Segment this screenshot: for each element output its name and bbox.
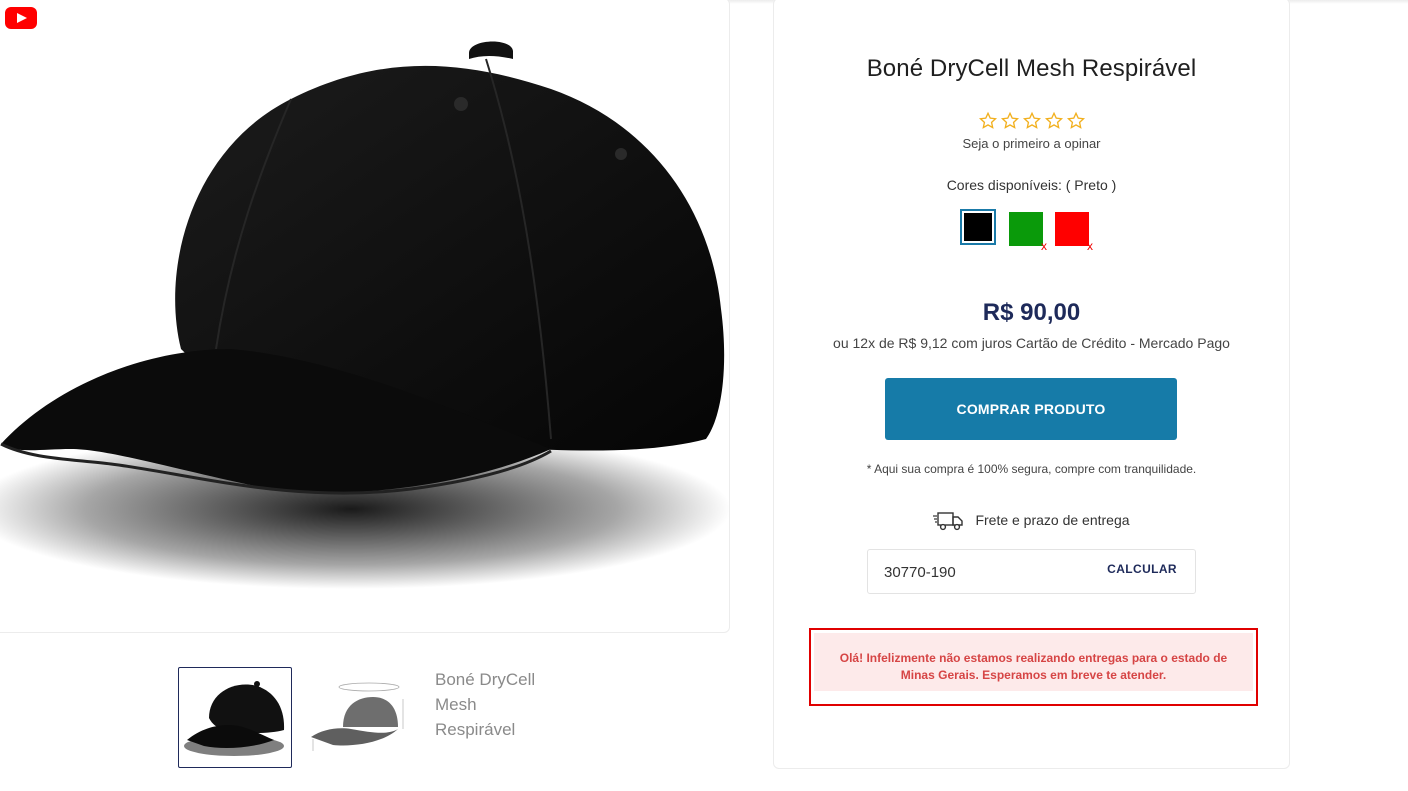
cep-input[interactable] (882, 560, 1076, 584)
truck-icon (933, 512, 964, 531)
installments-info: ou 12x de R$ 9,12 com juros Cartão de Cr… (833, 335, 1230, 351)
product-info-panel: Boné DryCell Mesh Respirável Seja o prim… (773, 0, 1290, 769)
secure-purchase-note: * Aqui sua compra é 100% segura, compre … (866, 462, 1197, 476)
color-swatches: x x (774, 209, 1289, 252)
color-swatch-red[interactable]: x (1055, 212, 1093, 252)
thumbnail-2[interactable] (303, 667, 415, 766)
unavailable-mark: x (1087, 239, 1093, 253)
cep-form: CALCULAR (867, 549, 1196, 594)
color-swatch-black[interactable] (960, 209, 996, 245)
shipping-label: Frete e prazo de entrega (975, 512, 1130, 528)
unavailable-mark: x (1041, 239, 1047, 253)
calculate-shipping-button[interactable]: CALCULAR (1107, 562, 1177, 576)
product-main-image[interactable] (0, 0, 730, 633)
star-icon[interactable] (978, 111, 998, 131)
color-swatch-green[interactable]: x (1009, 212, 1047, 252)
star-icon[interactable] (1022, 111, 1042, 131)
review-prompt[interactable]: Seja o primeiro a opinar (774, 136, 1289, 151)
cap-image (0, 41, 729, 589)
cap-diagram-thumbnail (311, 682, 404, 751)
product-price: R$ 90,00 (982, 299, 1081, 326)
youtube-icon[interactable] (5, 7, 37, 29)
shipping-heading: Frete e prazo de entrega (774, 507, 1289, 533)
star-icon[interactable] (1066, 111, 1086, 131)
alert-message: Olá! Infelizmente não estamos realizando… (839, 651, 1228, 682)
product-title: Boné DryCell Mesh Respirável (866, 55, 1197, 82)
rating-stars[interactable] (774, 111, 1289, 131)
thumbnail-1[interactable] (178, 667, 292, 768)
broken-image-alt-text: Boné DryCell Mesh Respirável (435, 670, 536, 739)
colors-label: Cores disponíveis: ( Preto ) (946, 177, 1117, 193)
buy-product-button[interactable]: COMPRAR PRODUTO (885, 378, 1177, 440)
star-icon[interactable] (1000, 111, 1020, 131)
shipping-alert: Olá! Infelizmente não estamos realizando… (809, 628, 1258, 706)
thumbnail-3-broken-image[interactable]: Boné DryCell Mesh Respirável (435, 667, 555, 766)
star-icon[interactable] (1044, 111, 1064, 131)
cap-thumbnail-image (184, 681, 285, 756)
